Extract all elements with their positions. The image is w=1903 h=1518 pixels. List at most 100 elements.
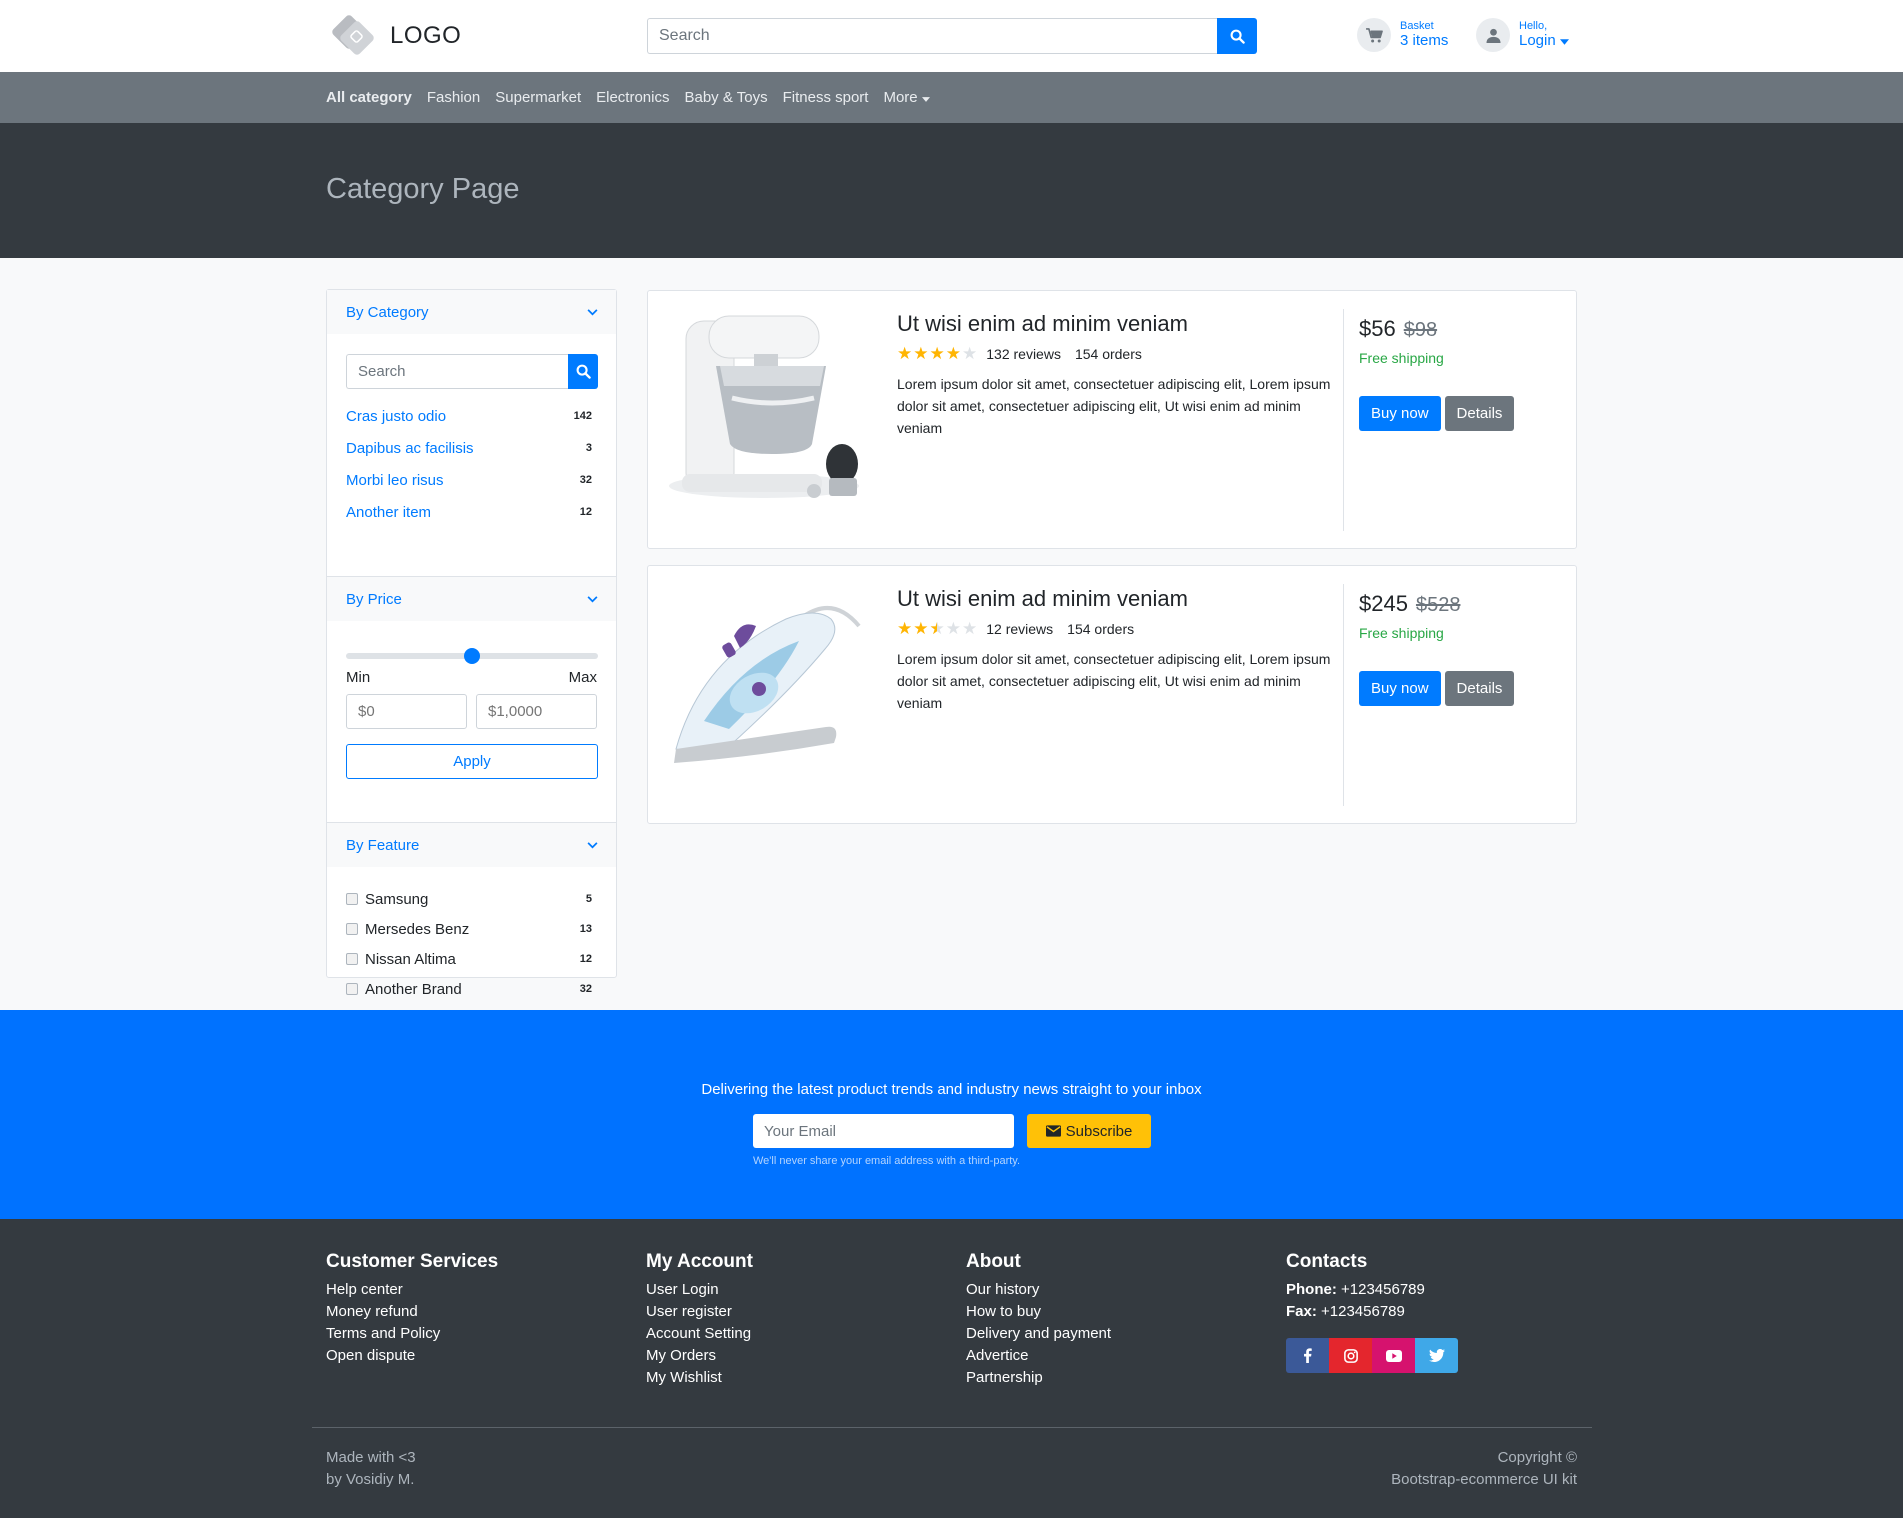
header: LOGO Basket 3 items Hello, Login (0, 0, 1903, 72)
logo[interactable]: LOGO (326, 15, 461, 57)
header-search-input[interactable] (647, 18, 1217, 54)
max-label: Max (568, 669, 597, 686)
footer-link[interactable]: Partnership (966, 1367, 1266, 1389)
youtube-button[interactable] (1372, 1338, 1415, 1373)
buy-now-button[interactable]: Buy now (1359, 671, 1441, 706)
footer-about: About Our history How to buy Delivery an… (966, 1251, 1266, 1389)
steam-iron-image[interactable] (664, 581, 869, 786)
feature-count: 5 (585, 893, 592, 905)
feature-checkbox[interactable]: Another Brand (346, 981, 462, 998)
cart-icon-wrap (1357, 18, 1391, 52)
buy-now-button[interactable]: Buy now (1359, 396, 1441, 431)
divider (1343, 584, 1344, 806)
category-nav: All category Fashion Supermarket Electro… (0, 72, 1903, 123)
category-search-button[interactable] (568, 354, 598, 389)
nav-item-electronics[interactable]: Electronics (596, 89, 669, 106)
star-empty-icon: ★ (962, 344, 978, 363)
privacy-note: We'll never share your email address wit… (753, 1155, 1021, 1167)
price-slider[interactable] (346, 647, 598, 664)
subscribe-label: Subscribe (1065, 1122, 1133, 1140)
login-link[interactable]: Login (1519, 33, 1569, 49)
phone-label: Phone: (1286, 1281, 1337, 1298)
product-title[interactable]: Ut wisi enim ad minim veniam (897, 586, 1337, 612)
footer-link[interactable]: User register (646, 1301, 946, 1323)
product-title[interactable]: Ut wisi enim ad minim veniam (897, 311, 1337, 337)
star-full-icon: ★ (929, 344, 945, 363)
copyright-line2: Bootstrap-ecommerce UI kit (1391, 1471, 1577, 1488)
checkbox[interactable] (346, 953, 358, 965)
footer-link[interactable]: Account Setting (646, 1323, 946, 1345)
footer-link[interactable]: Delivery and payment (966, 1323, 1266, 1345)
slider-handle[interactable] (464, 648, 480, 664)
category-count: 32 (579, 474, 592, 486)
star-full-icon: ★ (897, 619, 913, 638)
header-search (647, 18, 1257, 54)
twitter-button[interactable] (1415, 1338, 1458, 1373)
nav-item-baby-toys[interactable]: Baby & Toys (684, 89, 767, 106)
feature-label: Another Brand (365, 980, 462, 998)
product-card: Ut wisi enim ad minim veniam ★★★★★★ 12 r… (647, 565, 1577, 824)
subscribe-button[interactable]: Subscribe (1027, 1114, 1151, 1148)
feature-checkbox[interactable]: Samsung (346, 891, 428, 908)
category-count: 3 (585, 442, 592, 454)
nav-item-fitness-sport[interactable]: Fitness sport (783, 89, 869, 106)
nav-item-more[interactable]: More (883, 89, 930, 106)
footer-heading: Customer Services (326, 1251, 499, 1272)
stand-mixer-image[interactable] (664, 306, 869, 511)
category-link[interactable]: Dapibus ac facilisis (346, 440, 474, 457)
filter-head-category[interactable]: By Category (327, 290, 616, 334)
instagram-button[interactable] (1329, 1338, 1372, 1373)
filter-head-price[interactable]: By Price (327, 577, 616, 621)
feature-label: Mersedes Benz (365, 920, 470, 938)
category-link[interactable]: Another item (346, 504, 431, 521)
filter-sidebar: By Category Cras justo odio 142 Dapibus a… (326, 289, 617, 998)
newsletter-text: Delivering the latest product trends and… (701, 1081, 1202, 1098)
details-button[interactable]: Details (1444, 396, 1515, 431)
footer-link[interactable]: How to buy (966, 1301, 1266, 1323)
footer-link[interactable]: User Login (646, 1279, 946, 1301)
footer-link[interactable]: Help center (326, 1279, 626, 1301)
footer-link[interactable]: Terms and Policy (326, 1323, 626, 1345)
min-price-input[interactable] (346, 694, 467, 729)
footer-link[interactable]: Advertice (966, 1345, 1266, 1367)
details-button[interactable]: Details (1444, 671, 1515, 706)
category-list: Cras justo odio 142 Dapibus ac facilisis 3… (346, 400, 597, 528)
envelope-icon (1045, 1125, 1061, 1137)
user-widget[interactable]: Hello, Login (1476, 18, 1569, 52)
facebook-button[interactable] (1286, 1338, 1329, 1373)
instagram-icon (1343, 1348, 1358, 1363)
footer-link[interactable]: Our history (966, 1279, 1266, 1301)
checkbox[interactable] (346, 983, 358, 995)
email-field[interactable] (753, 1114, 1014, 1148)
footer-link[interactable]: My Wishlist (646, 1367, 946, 1389)
nav-item-fashion[interactable]: Fashion (427, 89, 480, 106)
category-link[interactable]: Cras justo odio (346, 408, 446, 425)
nav-item-supermarket[interactable]: Supermarket (495, 89, 581, 106)
star-rating: ★ ★ ★ ★ ★ (897, 345, 978, 362)
filter-title-feature: By Feature (346, 836, 420, 854)
category-count: 142 (573, 410, 592, 422)
checkbox[interactable] (346, 923, 358, 935)
footer-link[interactable]: Money refund (326, 1301, 626, 1323)
feature-checkbox[interactable]: Mersedes Benz (346, 921, 469, 938)
made-with-line1: Made with <3 (326, 1449, 416, 1466)
list-item: Samsung 5 (346, 884, 597, 914)
apply-button[interactable]: Apply (346, 744, 598, 779)
category-search-input[interactable] (346, 354, 568, 389)
star-full-icon: ★ (945, 344, 961, 363)
category-search (346, 354, 598, 389)
checkbox[interactable] (346, 893, 358, 905)
header-search-button[interactable] (1217, 18, 1257, 54)
list-item: Mersedes Benz 13 (346, 914, 597, 944)
category-link[interactable]: Morbi leo risus (346, 472, 444, 489)
copyright: Copyright © Bootstrap-ecommerce UI kit (1391, 1447, 1577, 1491)
filter-head-feature[interactable]: By Feature (327, 823, 616, 867)
feature-checkbox[interactable]: Nissan Altima (346, 951, 456, 968)
footer-link[interactable]: Open dispute (326, 1345, 626, 1367)
basket-widget[interactable]: Basket 3 items (1357, 18, 1448, 52)
min-label: Min (346, 669, 371, 686)
max-price-input[interactable] (476, 694, 597, 729)
footer-link[interactable]: My Orders (646, 1345, 946, 1367)
nav-item-all-category[interactable]: All category (326, 89, 412, 106)
list-item: Dapibus ac facilisis 3 (346, 432, 597, 464)
